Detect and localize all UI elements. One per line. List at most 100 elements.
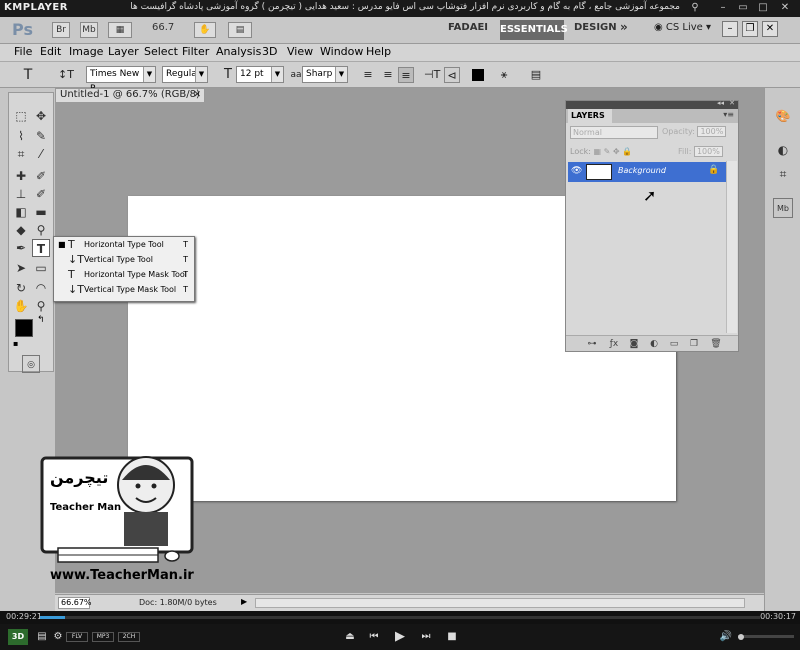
panel-menu-icon[interactable]: ▾≡ — [723, 110, 734, 119]
mini-bridge-icon[interactable]: Mb — [80, 22, 98, 38]
group-folder-icon[interactable]: ▭ — [668, 338, 680, 350]
menu-3d[interactable]: 3D — [262, 45, 277, 58]
km-maximize-icon[interactable]: □ — [756, 1, 770, 15]
guides-icon[interactable]: ▦ — [108, 22, 132, 38]
km-minimize-icon[interactable]: – — [716, 1, 730, 15]
menu-filter[interactable]: Filter — [182, 45, 209, 58]
align-center-icon[interactable]: ≡ — [380, 67, 396, 83]
lock-all-icon[interactable]: 🔒 — [622, 147, 632, 156]
fill-control[interactable]: Fill: 100% — [678, 146, 723, 157]
km-shrink-icon[interactable]: ▭ — [736, 1, 750, 15]
workspace-fadaei[interactable]: FADAEI — [448, 22, 488, 33]
opacity-control[interactable]: Opacity: 100% — [662, 126, 727, 137]
shape-tool-icon[interactable]: ▭ — [32, 259, 50, 277]
layers-tab[interactable]: LAYERS — [568, 109, 612, 123]
cs-live-button[interactable]: ◉ CS Live ▾ — [654, 22, 711, 33]
3d-mode-button[interactable]: 3D — [8, 629, 28, 645]
play-icon[interactable]: ▶ — [392, 629, 408, 645]
blur-tool-icon[interactable]: ◆ — [12, 221, 30, 239]
seek-bar[interactable] — [40, 616, 760, 619]
layer-row[interactable]: 👁 Background 🔒 — [568, 162, 726, 182]
text-color-swatch[interactable] — [472, 69, 484, 81]
flyout-vertical-type[interactable]: ↓T Vertical Type Tool T — [54, 252, 194, 267]
trash-icon[interactable]: 🗑 — [710, 338, 722, 350]
bridge-icon[interactable]: Br — [52, 22, 70, 38]
zoom-level[interactable]: 66.7 — [152, 22, 174, 33]
menu-file[interactable]: File — [14, 45, 32, 58]
healing-brush-icon[interactable]: ✚ — [12, 167, 30, 185]
menu-edit[interactable]: Edit — [40, 45, 61, 58]
menu-analysis[interactable]: Analysis — [216, 45, 261, 58]
add-mask-icon[interactable]: ◙ — [628, 338, 640, 350]
eject-icon[interactable]: ⏏ — [342, 629, 358, 645]
panels-toggle-icon[interactable]: ▤ — [528, 67, 544, 83]
font-size-select[interactable]: 12 pt ▼ — [236, 66, 284, 83]
path-select-icon[interactable]: ➤ — [12, 259, 30, 277]
type-tool-icon[interactable]: T — [32, 239, 50, 257]
workspace-more-icon[interactable]: » — [620, 20, 628, 34]
masks-icon[interactable]: ⌗ — [773, 164, 793, 184]
warp-text-icon[interactable]: ⊣T — [424, 67, 440, 83]
quick-mask-icon[interactable]: ◎ — [22, 355, 40, 373]
collapse-icon[interactable]: ◂◂ — [717, 99, 724, 107]
lasso-tool-icon[interactable]: ⌇ — [12, 127, 30, 145]
menu-window[interactable]: Window — [320, 45, 363, 58]
zoom-tool-icon[interactable]: ⚲ — [32, 297, 50, 315]
flyout-horizontal-type-mask[interactable]: T Horizontal Type Mask Tool T — [54, 267, 194, 282]
zoom-field[interactable]: 66.67% — [58, 597, 92, 609]
3d-rotate-icon[interactable]: ↻ — [12, 279, 30, 297]
close-icon[interactable]: ✕ — [729, 99, 735, 107]
ps-close-icon[interactable]: ✕ — [762, 21, 778, 37]
move-tool-icon[interactable]: ✥ — [32, 107, 50, 125]
layer-style-fx-icon[interactable]: ƒx — [608, 338, 620, 350]
next-icon[interactable]: ⏭ — [418, 629, 434, 645]
new-layer-icon[interactable]: ❐ — [688, 338, 700, 350]
eyedropper-icon[interactable]: ⁄ — [32, 145, 50, 163]
ps-restore-icon[interactable]: ❐ — [742, 21, 758, 37]
brush-tool-icon[interactable]: ✐ — [32, 167, 50, 185]
menu-select[interactable]: Select — [144, 45, 178, 58]
marquee-tool-icon[interactable]: ⬚ — [12, 107, 30, 125]
adjustments-icon[interactable]: ◐ — [773, 140, 793, 160]
dodge-tool-icon[interactable]: ⚲ — [32, 221, 50, 239]
default-colors-icon[interactable]: ▪ — [13, 339, 18, 348]
arrange-icon[interactable]: ▤ — [228, 22, 252, 38]
visibility-eye-icon[interactable]: 👁 — [571, 166, 583, 178]
3d-orbit-icon[interactable]: ◠ — [32, 279, 50, 297]
hand-icon[interactable]: ✋ — [194, 22, 216, 38]
status-menu-arrow-icon[interactable]: ▶ — [241, 597, 247, 606]
playlist-icon[interactable]: ▤ — [34, 629, 50, 645]
quick-select-icon[interactable]: ✎ — [32, 127, 50, 145]
layers-scrollbar[interactable] — [726, 161, 737, 333]
lock-position-icon[interactable]: ✥ — [613, 147, 620, 156]
swap-colors-icon[interactable]: ↰ — [37, 315, 45, 325]
type-tool-preset-icon[interactable]: T — [20, 67, 36, 83]
stop-icon[interactable]: ■ — [444, 629, 460, 645]
pen-tool-icon[interactable]: ✒ — [12, 239, 30, 257]
align-right-icon[interactable]: ≡ — [398, 67, 414, 83]
menu-help[interactable]: Help — [366, 45, 391, 58]
clone-stamp-icon[interactable]: ⊥ — [12, 185, 30, 203]
antialias-select[interactable]: Sharp ▼ — [302, 66, 348, 83]
font-style-select[interactable]: Regular ▼ — [162, 66, 208, 83]
flyout-vertical-type-mask[interactable]: ↓T Vertical Type Mask Tool T — [54, 282, 194, 297]
volume-slider[interactable] — [738, 633, 794, 640]
adjustment-layer-icon[interactable]: ◐ — [648, 338, 660, 350]
mini-bridge-panel-icon[interactable]: Mb — [773, 198, 793, 218]
volume-icon[interactable]: 🔊 — [718, 629, 734, 645]
font-family-select[interactable]: Times New R...▼ — [86, 66, 156, 94]
foreground-color-swatch[interactable] — [15, 319, 33, 337]
close-icon[interactable]: ✕ — [193, 89, 201, 101]
menu-image[interactable]: Image — [69, 45, 103, 58]
pin-icon[interactable]: ⚲ — [688, 1, 702, 15]
character-panel-icon[interactable]: ⊲ — [444, 67, 460, 83]
gradient-icon[interactable]: ▬ — [32, 203, 50, 221]
previous-icon[interactable]: ⏮ — [366, 629, 382, 645]
align-left-icon[interactable]: ≡ — [360, 67, 376, 83]
flyout-horizontal-type[interactable]: ■ T Horizontal Type Tool T — [54, 237, 194, 252]
horizontal-scrollbar[interactable] — [255, 598, 745, 608]
hand-tool-icon[interactable]: ✋ — [12, 297, 30, 315]
text-orientation-icon[interactable]: ↕T — [58, 67, 74, 83]
workspace-design[interactable]: DESIGN — [574, 22, 617, 33]
ps-minimize-icon[interactable]: – — [722, 21, 738, 37]
